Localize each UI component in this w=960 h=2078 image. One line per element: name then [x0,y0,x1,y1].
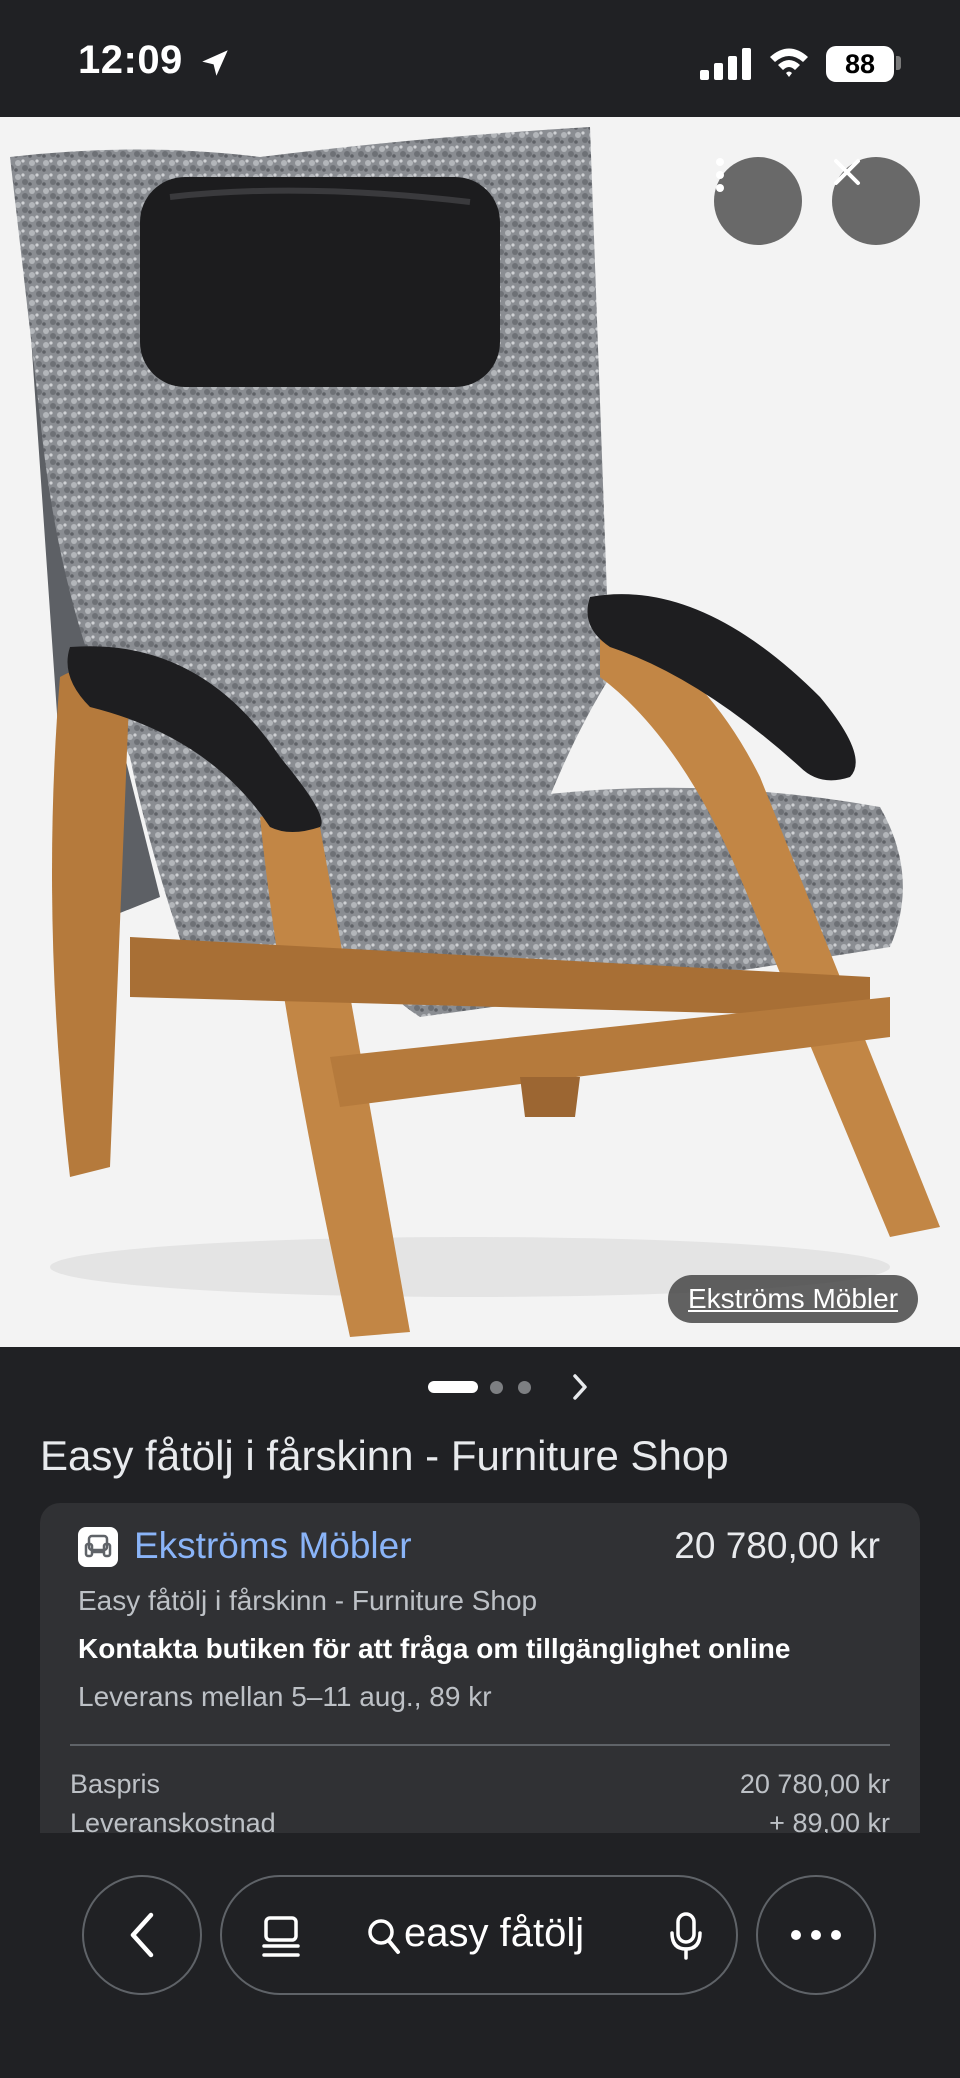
back-button[interactable] [82,1875,202,1995]
armchair-image [10,127,940,1337]
microphone-icon[interactable] [668,1911,704,1961]
more-options-button[interactable] [714,157,802,245]
chevron-right-icon[interactable] [570,1371,590,1403]
product-subtitle: Easy fåtölj i fårskinn - Furniture Shop [78,1585,538,1616]
battery-icon: 88 [826,46,894,82]
shipping-cost-label: Leveranskostnad [70,1808,276,1833]
search-bar[interactable]: easy fåtölj [220,1875,738,1995]
store-name-link[interactable]: Ekströms Möbler [134,1525,412,1567]
tabs-icon[interactable] [260,1915,302,1961]
more-horizontal-icon [791,1930,841,1940]
base-price-value: 20 780,00 kr [739,1769,890,1799]
base-price-label: Baspris [70,1769,161,1799]
product-image-viewer[interactable]: Ekströms Möbler [0,117,960,1347]
more-vertical-icon [716,158,724,192]
close-icon [834,159,860,185]
store-armchair-icon [78,1527,118,1567]
more-menu-button[interactable] [756,1875,876,1995]
search-query[interactable]: easy fåtölj [404,1911,584,1956]
product-price: 20 780,00 kr [674,1525,880,1566]
availability-text: Kontakta butiken för att fråga om tillgä… [78,1633,791,1664]
image-carousel-indicator [0,1347,960,1427]
battery-tip [896,56,901,70]
status-time: 12:09 [78,38,183,82]
bottom-toolbar: easy fåtölj [0,1837,960,2078]
back-chevron-icon [130,1912,154,1958]
carousel-dot[interactable] [518,1381,531,1394]
image-source-link[interactable]: Ekströms Möbler [668,1275,919,1323]
shipping-cost-value: + 89,00 kr [769,1808,890,1833]
wifi-icon [770,48,808,77]
product-card[interactable]: Ekströms Möbler 20 780,00 kr Easy fåtölj… [40,1503,920,1833]
result-title[interactable]: Easy fåtölj i fårskinn - Furniture Shop [40,1432,920,1480]
search-icon [368,1919,400,1954]
delivery-text: Leverans mellan 5–11 aug., 89 kr [78,1681,492,1712]
divider [70,1744,890,1746]
carousel-dot[interactable] [490,1381,503,1394]
location-arrow-icon [202,50,228,76]
close-button[interactable] [832,157,920,245]
cellular-signal-icon [700,48,751,80]
carousel-dot-active[interactable] [428,1381,478,1393]
status-bar: 12:09 88 [0,0,960,117]
